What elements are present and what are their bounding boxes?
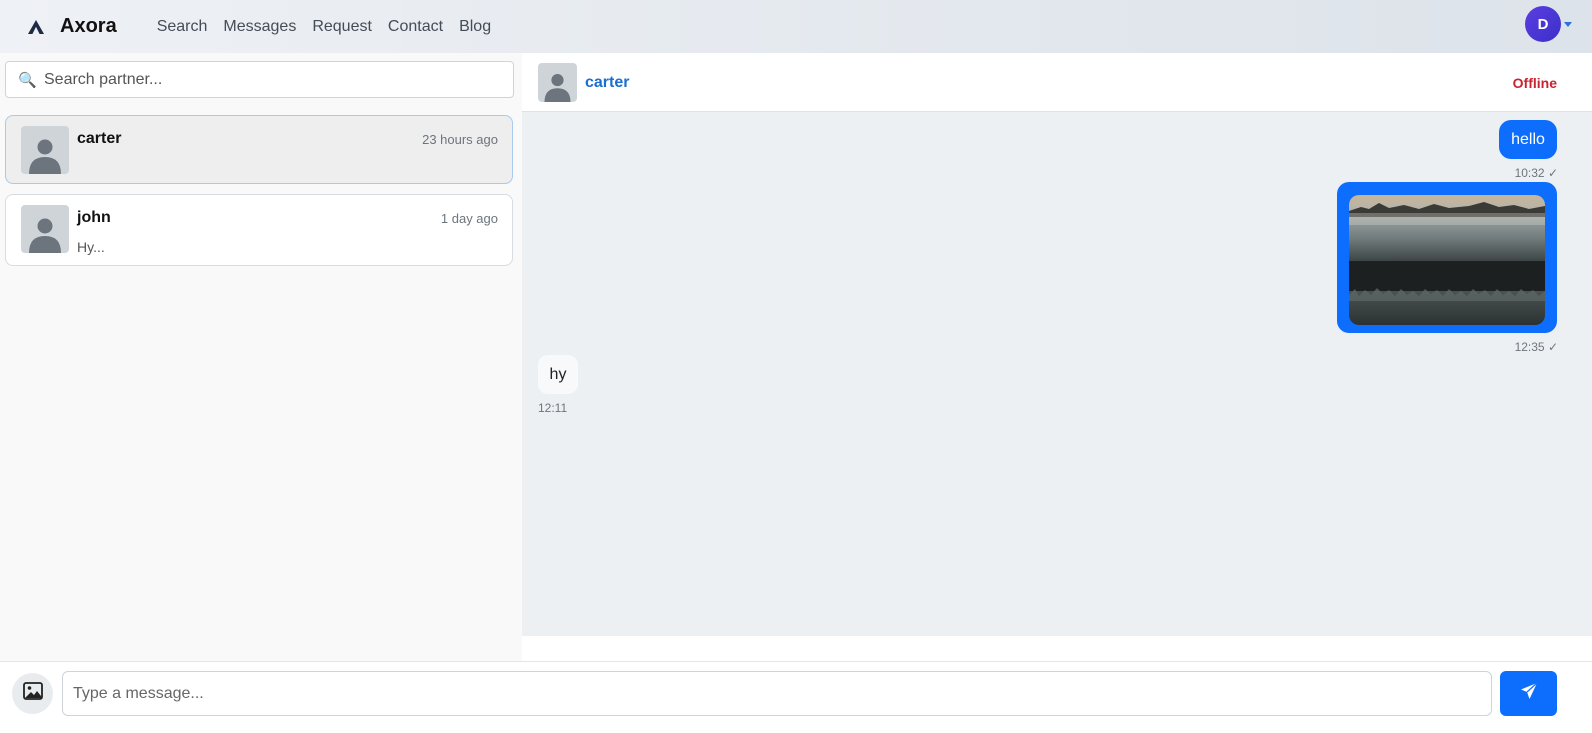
conversation-time: 23 hours ago <box>422 132 498 147</box>
search-icon: 🔍 <box>18 71 37 89</box>
send-button[interactable] <box>1500 671 1557 716</box>
message-time: 12:35 ✓ <box>1514 340 1558 354</box>
conversation-name: carter <box>77 130 122 147</box>
chat-image[interactable] <box>1349 195 1545 325</box>
chat-partner-name[interactable]: carter <box>585 74 629 92</box>
nav-link-contact[interactable]: Contact <box>388 18 443 36</box>
message-composer <box>0 661 1592 733</box>
partner-search: 🔍 <box>5 61 514 98</box>
chat-header: carter Offline <box>522 53 1592 112</box>
user-avatar-icon <box>21 205 69 253</box>
brand[interactable]: Axora <box>26 15 117 38</box>
message-time: 10:32 ✓ <box>1514 166 1558 180</box>
nav-link-blog[interactable]: Blog <box>459 18 491 36</box>
conversation-item-john[interactable]: john 1 day ago Hy... <box>5 194 513 266</box>
top-navbar: Axora Search Messages Request Contact Bl… <box>0 0 1592 53</box>
caret-down-icon <box>1564 21 1572 27</box>
send-icon <box>1520 682 1538 705</box>
brand-name: Axora <box>60 15 117 37</box>
user-menu[interactable]: D <box>1525 6 1572 42</box>
message-bubble-image[interactable] <box>1337 182 1557 333</box>
user-avatar: D <box>1525 6 1561 42</box>
partner-search-input[interactable] <box>44 70 504 89</box>
conversation-item-carter[interactable]: carter 23 hours ago <box>5 115 513 184</box>
message-time: 12:11 <box>538 401 568 415</box>
nav-link-messages[interactable]: Messages <box>223 18 296 36</box>
conversation-time: 1 day ago <box>440 211 498 226</box>
conversation-sidebar: 🔍 carter 23 hours ago john 1 day ago Hy.… <box>0 53 522 661</box>
nav-link-search[interactable]: Search <box>157 18 208 36</box>
partner-status-badge: Offline <box>1512 75 1557 91</box>
user-avatar-icon <box>21 126 69 174</box>
message-input[interactable] <box>62 671 1492 716</box>
conversation-name: john <box>77 209 111 226</box>
nav-links: Search Messages Request Contact Blog <box>157 18 507 36</box>
partner-avatar-icon <box>538 63 577 102</box>
message-bubble-incoming: hy <box>538 355 578 394</box>
conversation-preview: Hy... <box>77 239 105 255</box>
message-list: hello 10:32 ✓ 12:35 ✓ hy 12:11 <box>522 112 1592 636</box>
message-text: hy <box>549 365 567 383</box>
message-bubble-outgoing: hello <box>1499 120 1557 159</box>
triangle-logo-icon <box>26 17 46 37</box>
image-icon <box>22 682 43 705</box>
attach-image-button[interactable] <box>12 673 53 714</box>
nav-link-request[interactable]: Request <box>312 18 372 36</box>
message-text: hello <box>1511 130 1545 148</box>
